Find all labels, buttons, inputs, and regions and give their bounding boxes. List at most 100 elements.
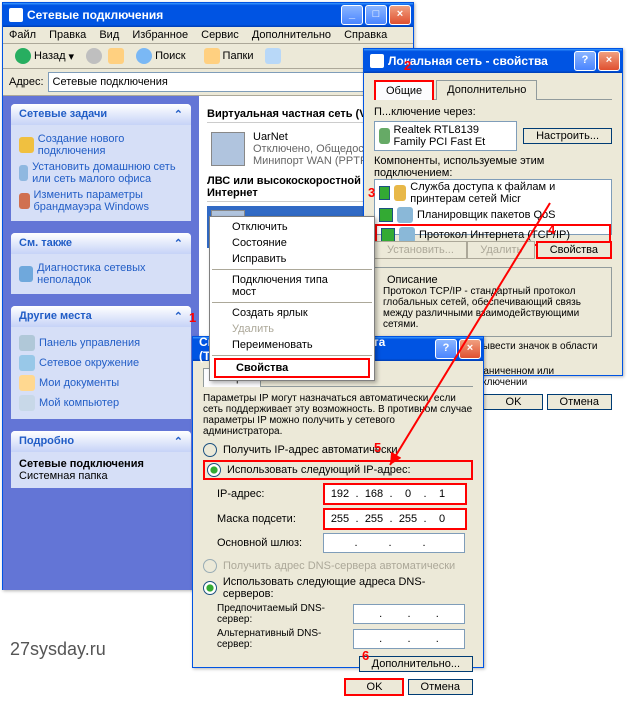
remove-button: Удалить [467,241,535,259]
ip-input[interactable]: 192.168.0.1 [323,483,467,505]
ctx-status[interactable]: Состояние [212,235,372,251]
menu-file[interactable]: Файл [9,29,36,41]
ctx-bridge[interactable]: Подключения типа мост [212,272,372,300]
marker-3: 3 [368,185,375,200]
task-firewall[interactable]: Изменить параметры брандмауэра Windows [19,187,183,215]
separator [212,355,372,356]
chevron-icon[interactable]: ⌃ [174,435,183,448]
dns1-label: Предпочитаемый DNS-сервер: [217,603,347,625]
toolbar: Назад ▾ Поиск Папки [3,44,413,69]
dns2-label: Альтернативный DNS-сервер: [217,628,347,650]
ctx-delete: Удалить [212,321,372,337]
see-diagnostics[interactable]: Диагностика сетевых неполадок [19,260,183,288]
place-control-panel[interactable]: Панель управления [19,333,183,353]
checkbox-icon[interactable] [381,228,395,242]
context-menu: Отключить Состояние Исправить Подключени… [209,216,375,381]
intro-text: Параметры IP могут назначаться автоматич… [203,393,473,437]
panel-see-also: См. также ⌃ Диагностика сетевых неполадок [11,233,191,294]
adapter-icon [379,128,390,144]
lan-props-dialog: Локальная сеть - свойства ? × Общие Допо… [363,48,623,376]
ctx-disable[interactable]: Отключить [212,219,372,235]
panel-head: См. также [19,237,72,250]
auto-dns-radio [203,559,217,573]
auto-ip-radio[interactable] [203,443,217,457]
qos-icon [397,207,413,223]
components-label: Компоненты, используемые этим подключени… [374,155,612,179]
place-documents[interactable]: Мои документы [19,373,183,393]
desc-legend: Описание [383,274,442,286]
ctx-properties[interactable]: Свойства [214,358,370,378]
up-icon[interactable] [108,48,124,64]
gw-input[interactable]: ... [323,533,465,553]
manual-ip-radio[interactable] [207,463,221,477]
tcpip-dialog: Свойства: Протокол Интернета (TCP/IP) ? … [192,336,484,668]
task-new-conn[interactable]: Создание нового подключения [19,131,183,159]
forward-icon[interactable] [86,48,102,64]
place-network[interactable]: Сетевое окружение [19,353,183,373]
ctx-repair[interactable]: Исправить [212,251,372,267]
folders-button[interactable]: Папки [198,47,260,65]
address-label: Адрес: [9,76,44,88]
install-button: Установить... [374,241,467,259]
net-icon [19,355,35,371]
separator [212,302,372,303]
panel-details: Подробно⌃ Сетевые подключения Системная … [11,431,191,488]
component-row: Планировщик пакетов QoS [375,206,611,224]
properties-button[interactable]: Свойства [536,241,612,259]
checkbox-icon[interactable] [379,186,390,200]
adapter-name: Realtek RTL8139 Family PCI Fast Et [394,124,513,148]
mask-input[interactable]: 255.255.255.0 [323,508,467,530]
marker-1: 1 [189,310,196,325]
views-icon[interactable] [265,48,281,64]
checkbox-icon[interactable] [379,208,393,222]
menu-favorites[interactable]: Избранное [132,29,188,41]
close-button[interactable]: × [598,51,620,71]
back-button[interactable]: Назад ▾ [9,47,80,65]
menu-help[interactable]: Справка [344,29,387,41]
vpn-icon [211,132,245,166]
help-button[interactable]: ? [574,51,596,71]
task-home-net[interactable]: Установить домашнюю сеть или сеть малого… [19,159,183,187]
tab-advanced[interactable]: Дополнительно [436,80,537,100]
wizard-icon [19,137,34,153]
help-button[interactable]: ? [435,339,457,359]
cancel-button[interactable]: Отмена [547,394,612,410]
menubar: Файл Правка Вид Избранное Сервис Дополни… [3,27,413,44]
manual-ip-label: Использовать следующий IP-адрес: [227,464,411,476]
dns2-input[interactable]: ... [353,629,465,649]
configure-button[interactable]: Настроить... [523,128,612,144]
dns1-input[interactable]: ... [353,604,465,624]
docs-icon [19,375,35,391]
back-icon [15,48,31,64]
search-button[interactable]: Поиск [130,47,191,65]
tabs: Общие Дополнительно [374,79,612,100]
cancel-button[interactable]: Отмена [408,679,473,695]
close-button[interactable]: × [459,339,481,359]
place-computer[interactable]: Мой компьютер [19,393,183,413]
menu-view[interactable]: Вид [99,29,119,41]
menu-service[interactable]: Сервис [201,29,239,41]
folders-icon [204,48,220,64]
chevron-icon[interactable]: ⌃ [174,108,183,121]
titlebar[interactable]: Сетевые подключения _ □ × [3,3,413,27]
ctx-shortcut[interactable]: Создать ярлык [212,305,372,321]
titlebar[interactable]: Локальная сеть - свойства ? × [364,49,622,73]
chevron-icon[interactable]: ⌃ [174,237,183,250]
ip-label: IP-адрес: [217,488,317,500]
maximize-button[interactable]: □ [365,5,387,25]
tab-general[interactable]: Общие [374,80,434,100]
advanced-button[interactable]: Дополнительно... [359,656,473,672]
chevron-icon[interactable]: ⌃ [174,310,183,323]
menu-advanced[interactable]: Дополнительно [252,29,331,41]
close-button[interactable]: × [389,5,411,25]
manual-dns-radio[interactable] [203,581,217,595]
home-net-icon [19,165,28,181]
ctx-rename[interactable]: Переименовать [212,337,372,353]
ok-button[interactable]: OK [483,394,543,410]
ok-button[interactable]: OK [344,678,404,696]
minimize-button[interactable]: _ [341,5,363,25]
components-list[interactable]: Служба доступа к файлам и принтерам сете… [374,179,612,235]
menu-edit[interactable]: Правка [49,29,86,41]
address-input[interactable] [48,72,383,92]
computer-icon [19,395,35,411]
